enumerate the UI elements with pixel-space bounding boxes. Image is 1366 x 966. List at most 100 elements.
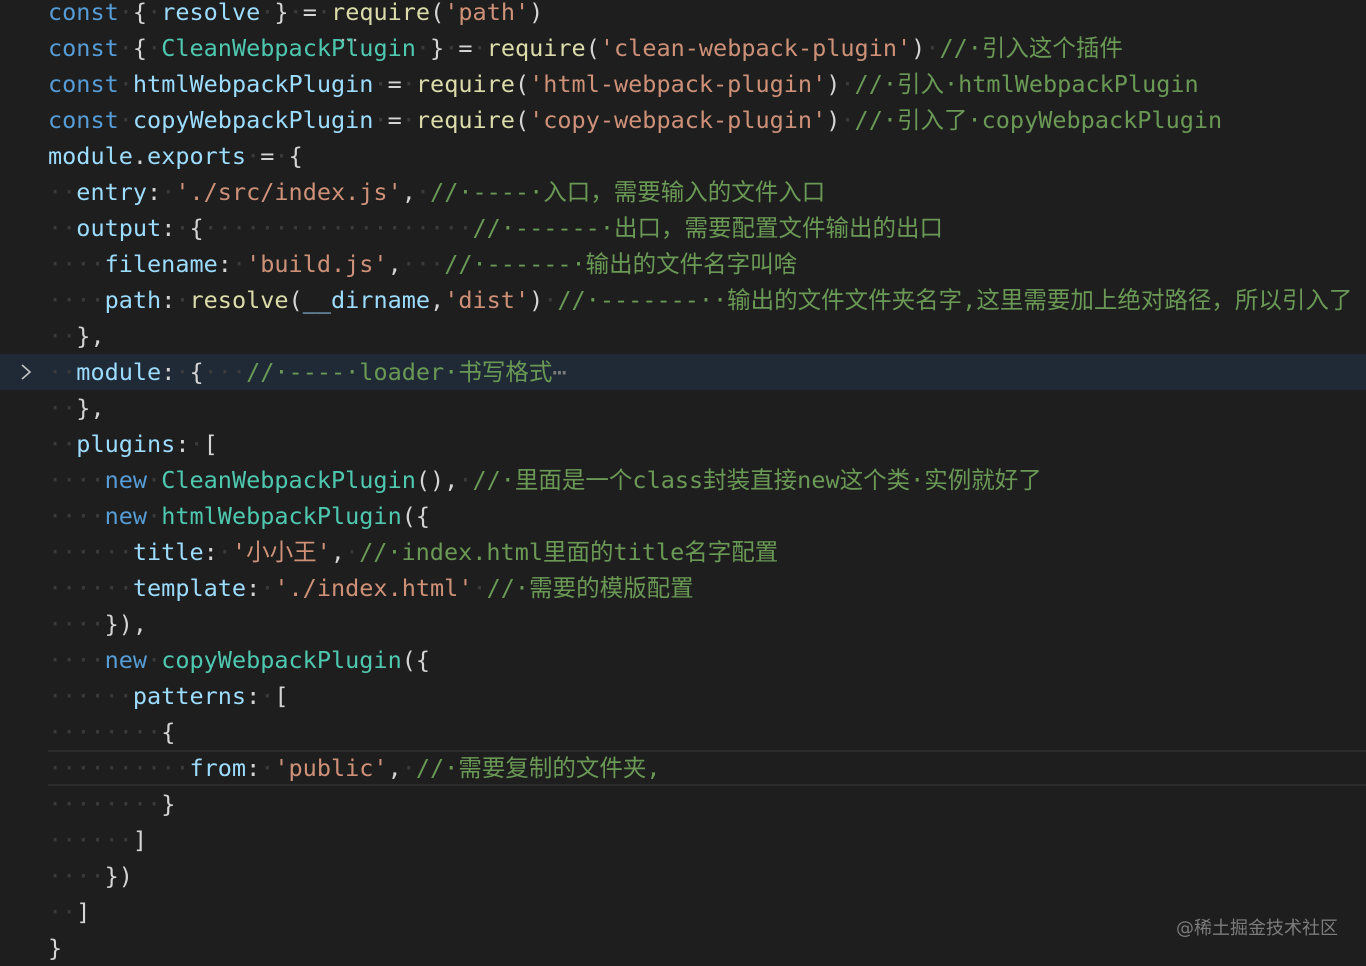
code-token: title xyxy=(132,538,204,566)
code-line[interactable]: ··] xyxy=(0,894,1366,930)
code-line[interactable]: ······template:·'./index.html'·//·需要的模版配… xyxy=(0,570,1366,606)
code-line[interactable]: const·htmlWebpackPlugin·=·require('html-… xyxy=(0,66,1366,102)
whitespace-marker: · xyxy=(189,430,204,458)
code-token: new xyxy=(104,502,148,530)
code-token: , xyxy=(387,250,402,278)
watermark: @稀土掘金技术社区 xyxy=(1176,918,1338,939)
whitespace-marker: · xyxy=(925,34,940,62)
whitespace-marker: · xyxy=(118,70,133,98)
code-token: copyWebpackPlugin xyxy=(161,646,402,674)
code-token: CleanWebpackPlugin xyxy=(161,34,416,62)
code-line[interactable]: ····path:·resolve(__dirname,'dist')·//·-… xyxy=(0,282,1366,318)
code-line-text: ··entry:·'./src/index.js',·//·----·入口，需要… xyxy=(48,174,825,210)
code-line-text: ··}, xyxy=(48,390,105,426)
code-editor[interactable]: const·{·resolve·}·=·require('path') const… xyxy=(0,0,1366,966)
whitespace-marker: · xyxy=(260,754,275,782)
code-line[interactable]: } xyxy=(0,930,1366,966)
code-token: __dirname xyxy=(302,286,431,314)
code-line[interactable]: ··output:·{···················//·------·… xyxy=(0,210,1366,246)
whitespace-marker: ·· xyxy=(48,214,77,242)
code-line-text: ··output:·{···················//·------·… xyxy=(48,210,943,246)
code-token: { xyxy=(189,214,204,242)
whitespace-marker: ·· xyxy=(48,178,77,206)
code-line-text: module.exports·=·{ xyxy=(48,138,303,174)
whitespace-marker: · xyxy=(543,286,558,314)
code-line[interactable]: ····}) xyxy=(0,858,1366,894)
whitespace-marker: · xyxy=(373,70,388,98)
code-token: from xyxy=(189,754,247,782)
code-token: , xyxy=(401,178,416,206)
code-line[interactable]: const·{·CleanWebpackPlugin·}·=·require('… xyxy=(0,30,1366,66)
code-token: module xyxy=(48,142,133,170)
whitespace-marker: · xyxy=(444,34,459,62)
code-token: }) xyxy=(104,862,133,890)
code-token: ) xyxy=(529,286,544,314)
code-token: require xyxy=(415,106,515,134)
code-token: require xyxy=(415,70,515,98)
whitespace-marker: · xyxy=(260,0,275,26)
code-token: htmlWebpackPlugin xyxy=(132,70,374,98)
code-line-text: ······title:·'小小王',·//·index.html里面的titl… xyxy=(48,534,778,570)
code-line[interactable]: module.exports·=·{ xyxy=(0,138,1366,174)
code-line[interactable]: const·copyWebpackPlugin·=·require('copy-… xyxy=(0,102,1366,138)
code-line[interactable]: ··}, xyxy=(0,390,1366,426)
code-line[interactable]: ··}, xyxy=(0,318,1366,354)
whitespace-marker: ··· xyxy=(401,250,445,278)
whitespace-marker: ·· xyxy=(48,322,77,350)
code-line[interactable]: ··entry:·'./src/index.js',·//·----·入口，需要… xyxy=(0,174,1366,210)
whitespace-marker: ·········· xyxy=(48,754,190,782)
code-line[interactable]: ······] xyxy=(0,822,1366,858)
code-token: ({ xyxy=(401,502,431,530)
code-token: } xyxy=(430,34,445,62)
chevron-right-icon[interactable] xyxy=(14,354,38,390)
code-token: }, xyxy=(76,394,105,422)
code-token: : xyxy=(246,754,261,782)
code-token: ⋯ xyxy=(552,358,567,386)
code-line[interactable]: ··········from:·'public',·//·需要复制的文件夹, xyxy=(0,750,1366,786)
whitespace-marker: · xyxy=(175,358,190,386)
whitespace-marker: ······ xyxy=(48,574,133,602)
whitespace-marker: · xyxy=(401,106,416,134)
whitespace-marker: · xyxy=(231,250,247,278)
code-token: { xyxy=(132,0,148,26)
code-line[interactable]: ······title:·'小小王',·//·index.html里面的titl… xyxy=(0,534,1366,570)
code-token: ( xyxy=(514,70,530,98)
code-token: 'build.js' xyxy=(246,250,388,278)
code-line[interactable]: ······patterns:·[ xyxy=(0,678,1366,714)
code-line[interactable]: ····}), xyxy=(0,606,1366,642)
code-line-text: const·htmlWebpackPlugin·=·require('html-… xyxy=(48,66,1199,102)
code-line[interactable]: ········} xyxy=(0,786,1366,822)
code-line-text: ······patterns:·[ xyxy=(48,678,289,714)
code-token: //·------·出口，需要配置文件输出的出口 xyxy=(472,214,943,242)
code-line[interactable]: const·{·resolve·}·=·require('path') xyxy=(0,0,1366,42)
code-token: entry xyxy=(76,178,148,206)
code-line-text: ··plugins:·[ xyxy=(48,426,218,462)
code-token: ( xyxy=(288,286,303,314)
code-line[interactable]: ····new·copyWebpackPlugin({ xyxy=(0,642,1366,678)
code-line-text: const·copyWebpackPlugin·=·require('copy-… xyxy=(48,102,1222,138)
whitespace-marker: · xyxy=(118,106,133,134)
code-token: resolve xyxy=(189,286,289,314)
code-line[interactable]: ··plugins:·[ xyxy=(0,426,1366,462)
whitespace-marker: ·· xyxy=(48,358,77,386)
code-line[interactable]: ··module:·{···//·----·loader·书写格式⋯ xyxy=(0,354,1366,390)
code-token: exports xyxy=(147,142,247,170)
code-line-text: const·{·CleanWebpackPlugin·}·=·require('… xyxy=(48,30,1123,66)
code-token: const xyxy=(48,0,119,26)
code-line[interactable]: ····new·CleanWebpackPlugin(),·//·里面是一个cl… xyxy=(0,462,1366,498)
code-token: new xyxy=(104,466,148,494)
code-token: //·需要复制的文件夹, xyxy=(415,754,661,782)
code-token: . xyxy=(132,142,148,170)
code-line[interactable]: ····new·htmlWebpackPlugin({ xyxy=(0,498,1366,534)
whitespace-marker: · xyxy=(344,538,360,566)
code-line[interactable]: ········{ xyxy=(0,714,1366,750)
whitespace-marker: ·· xyxy=(48,430,77,458)
whitespace-marker: ········ xyxy=(48,718,162,746)
code-token: : xyxy=(147,178,162,206)
whitespace-marker: · xyxy=(175,214,190,242)
code-line[interactable]: ····filename:·'build.js',···//·------·输出… xyxy=(0,246,1366,282)
code-token: [ xyxy=(203,430,218,458)
code-token: ) xyxy=(911,34,926,62)
squiggle-underline-icon xyxy=(340,17,360,42)
code-token: //·index.html里面的title名字配置 xyxy=(359,538,779,566)
